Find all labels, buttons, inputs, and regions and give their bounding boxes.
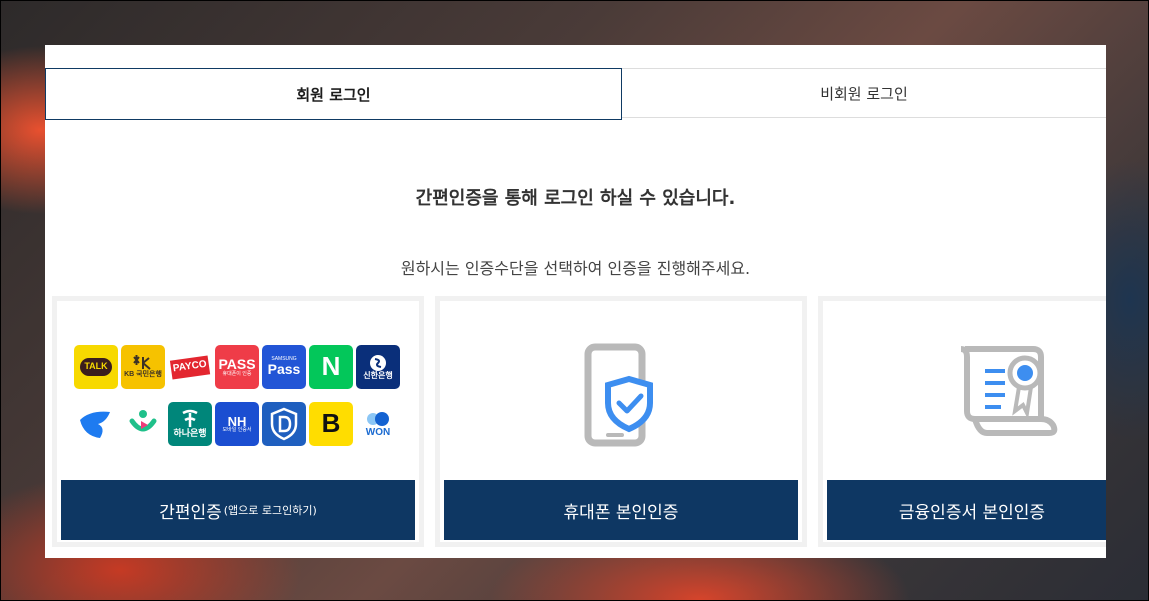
kb-bank-icon: KB 국민은행 <box>121 345 165 389</box>
tab-member-label: 회원 로그인 <box>296 85 371 104</box>
tab-guest-label: 비회원 로그인 <box>820 84 908 103</box>
certificate-auth-button[interactable]: 금융인증서 본인인증 <box>827 480 1106 540</box>
kbank-symbol-icon <box>129 410 157 432</box>
toss-symbol-icon <box>80 411 110 438</box>
phone-auth-button[interactable]: 휴대폰 본인인증 <box>444 480 798 540</box>
shinhan-symbol-icon <box>370 354 386 371</box>
login-tabs: 회원 로그인 비회원 로그인 <box>45 68 1106 120</box>
simple-auth-button[interactable]: 간편인증 (앱으로 로그인하기) <box>61 480 415 540</box>
kbank-icon <box>121 402 165 446</box>
tab-guest-login[interactable]: 비회원 로그인 <box>622 68 1106 118</box>
woori-won-icon: WON <box>356 402 400 446</box>
simple-auth-label: 간편인증 <box>159 502 222 523</box>
banksalad-icon: B <box>309 402 353 446</box>
shinhan-bank-icon: 신한은행 <box>356 345 400 389</box>
simple-auth-card[interactable]: TALK KB 국민은행 PAYCO PASS 휴대폰이 인증 SAMSUNG … <box>52 296 424 547</box>
certificate-illustration <box>823 341 1106 441</box>
payco-icon: PAYCO <box>168 345 212 389</box>
won-symbol-icon <box>367 411 389 426</box>
phone-shield-icon <box>584 343 653 447</box>
shield-d-icon <box>262 402 306 446</box>
naver-icon: N <box>309 345 353 389</box>
page-subline: 원하시는 인증수단을 선택하여 인증을 진행해주세요. <box>400 259 751 278</box>
certificate-auth-card[interactable]: 금융인증서 본인인증 <box>818 296 1106 547</box>
certificate-icon <box>960 346 1058 436</box>
hana-symbol-icon <box>182 410 198 428</box>
simple-auth-note: (앱으로 로그인하기) <box>223 504 317 517</box>
certificate-auth-label: 금융인증서 본인인증 <box>898 502 1046 523</box>
tab-member-login[interactable]: 회원 로그인 <box>45 68 622 120</box>
hana-bank-icon: 하나은행 <box>168 402 212 446</box>
nh-bank-icon: NH 모바일 인증서 <box>215 402 259 446</box>
toss-icon <box>74 402 118 446</box>
kb-star-icon <box>133 355 151 371</box>
page-headline: 간편인증을 통해 로그인 하실 수 있습니다. <box>415 188 736 209</box>
phone-auth-label: 휴대폰 본인인증 <box>563 502 679 523</box>
phone-auth-card[interactable]: 휴대폰 본인인증 <box>435 296 807 547</box>
kakao-talk-icon: TALK <box>74 345 118 389</box>
login-panel: 회원 로그인 비회원 로그인 간편인증을 통해 로그인 하실 수 있습니다. 원… <box>45 45 1106 558</box>
phone-illustration <box>440 341 802 451</box>
shield-icon <box>270 407 298 441</box>
pass-icon: PASS 휴대폰이 인증 <box>215 345 259 389</box>
samsung-pass-icon: SAMSUNG Pass <box>262 345 306 389</box>
